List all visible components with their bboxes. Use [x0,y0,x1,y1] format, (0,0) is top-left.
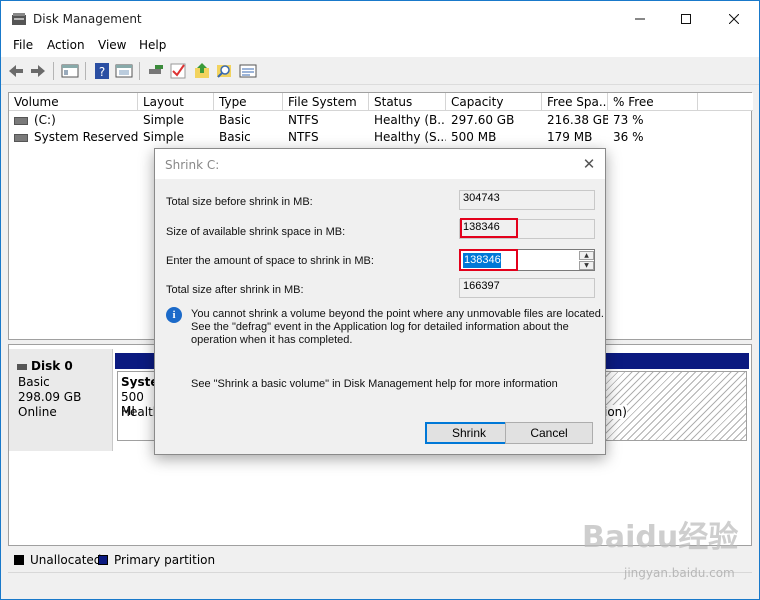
column-header-free-space[interactable]: Free Spa... [542,93,608,111]
help-text: See "Shrink a basic volume" in Disk Mana… [191,378,558,390]
column-header-spacer [698,93,753,111]
show-hide-console-tree-icon[interactable] [61,62,79,80]
info-icon: i [166,307,182,323]
search-icon[interactable] [215,62,233,80]
table-cell-free-space: 216.38 GB [547,113,608,127]
spin-down-button[interactable]: ▼ [579,261,594,270]
connect-disk-icon[interactable] [147,62,165,80]
disk-icon [17,363,27,370]
note-line-1: You cannot shrink a volume beyond the po… [191,308,604,320]
minimize-button[interactable] [618,2,662,36]
shrink-dialog: Shrink C: ✕ Total size before shrink in … [154,148,606,455]
disk-management-app-icon [12,13,26,25]
toolbar-separator [53,62,54,80]
total-before-label: Total size before shrink in MB: [166,196,313,208]
table-cell-free-space: 179 MB [547,130,593,144]
close-button[interactable] [712,2,756,36]
legend-primary-partition: Primary partition [114,553,216,567]
dialog-close-button[interactable]: ✕ [579,155,599,173]
table-cell-status: Healthy (B... [374,113,446,127]
window-title: Disk Management [33,12,142,26]
disk-name-text: Disk 0 [31,359,73,373]
table-cell-file-system: NTFS [288,113,319,127]
table-cell-type: Basic [219,130,251,144]
highlight-box [459,249,518,271]
total-after-field: 166397 [459,278,595,298]
disk-info-panel[interactable]: Disk 0 Basic 298.09 GB Online [9,349,113,451]
forward-arrow-icon[interactable] [29,62,47,80]
help-icon[interactable]: ? [93,62,111,80]
settings-icon[interactable] [239,62,257,80]
minimize-icon [635,18,645,20]
title-bar: Disk Management [1,1,759,35]
maximize-icon [681,14,691,24]
table-cell-capacity: 297.60 GB [451,113,515,127]
watermark-url: jingyan.baidu.com [624,566,735,580]
total-after-label: Total size after shrink in MB: [166,284,304,296]
shrink-button[interactable]: Shrink [425,422,513,444]
note-line-3: operation when it has completed. [191,334,353,346]
disk-type: Basic [18,375,50,389]
column-header-file-system[interactable]: File System [283,93,369,111]
watermark: Baidu经验 [582,520,739,555]
table-cell-percent-free: 36 % [613,130,644,144]
disk-state: Online [18,405,57,419]
menu-action[interactable]: Action [47,38,85,52]
menu-help[interactable]: Help [139,38,166,52]
spin-up-button[interactable]: ▲ [579,251,594,260]
table-cell-layout: Simple [143,130,184,144]
drive-icon [14,116,28,125]
table-cell-percent-free: 73 % [613,113,644,127]
table-cell-status: Healthy (S... [374,130,446,144]
toolbar: ? [1,57,759,85]
dialog-title-bar: Shrink C: ✕ [155,149,605,179]
drive-icon [14,133,28,142]
table-row-volume[interactable]: System Reserved [9,129,138,146]
column-header-status[interactable]: Status [369,93,446,111]
close-icon: ✕ [582,155,596,173]
disk-size: 298.09 GB [18,390,82,404]
column-header-layout[interactable]: Layout [138,93,214,111]
properties-icon[interactable] [115,62,133,80]
column-header-capacity[interactable]: Capacity [446,93,542,111]
note-line-2: See the "defrag" event in the Applicatio… [191,321,569,333]
table-cell-capacity: 500 MB [451,130,497,144]
menu-file[interactable]: File [13,38,33,52]
menu-bar: File Action View Help [1,35,759,57]
export-icon[interactable] [193,62,211,80]
volume-name: System Reserved [34,130,138,144]
primary-partition-swatch [98,555,108,565]
table-row-volume[interactable]: (C:) [9,112,138,129]
cancel-button[interactable]: Cancel [505,422,593,444]
unallocated-swatch [14,555,24,565]
svg-text:?: ? [99,65,105,79]
table-cell-file-system: NTFS [288,130,319,144]
dialog-title: Shrink C: [165,158,220,172]
table-cell-type: Basic [219,113,251,127]
maximize-button[interactable] [664,2,708,36]
volume-name: (C:) [34,113,56,127]
toolbar-separator [85,62,86,80]
close-icon [729,14,739,24]
toolbar-separator [139,62,140,80]
available-label: Size of available shrink space in MB: [166,226,346,238]
amount-label: Enter the amount of space to shrink in M… [166,255,374,267]
menu-view[interactable]: View [98,38,126,52]
back-arrow-icon[interactable] [7,62,25,80]
table-cell-layout: Simple [143,113,184,127]
disk-name: Disk 0 [17,359,73,373]
column-header-type[interactable]: Type [214,93,283,111]
total-before-field: 304743 [459,190,595,210]
column-header-percent-free[interactable]: % Free [608,93,698,111]
highlight-box [460,218,518,238]
column-header-volume[interactable]: Volume [9,93,138,111]
partition-system-reserved[interactable]: Syster 500 MI Health [117,371,164,441]
check-icon[interactable] [169,62,187,80]
legend-unallocated: Unallocated [30,553,102,567]
partition-status: ion) [604,405,627,419]
